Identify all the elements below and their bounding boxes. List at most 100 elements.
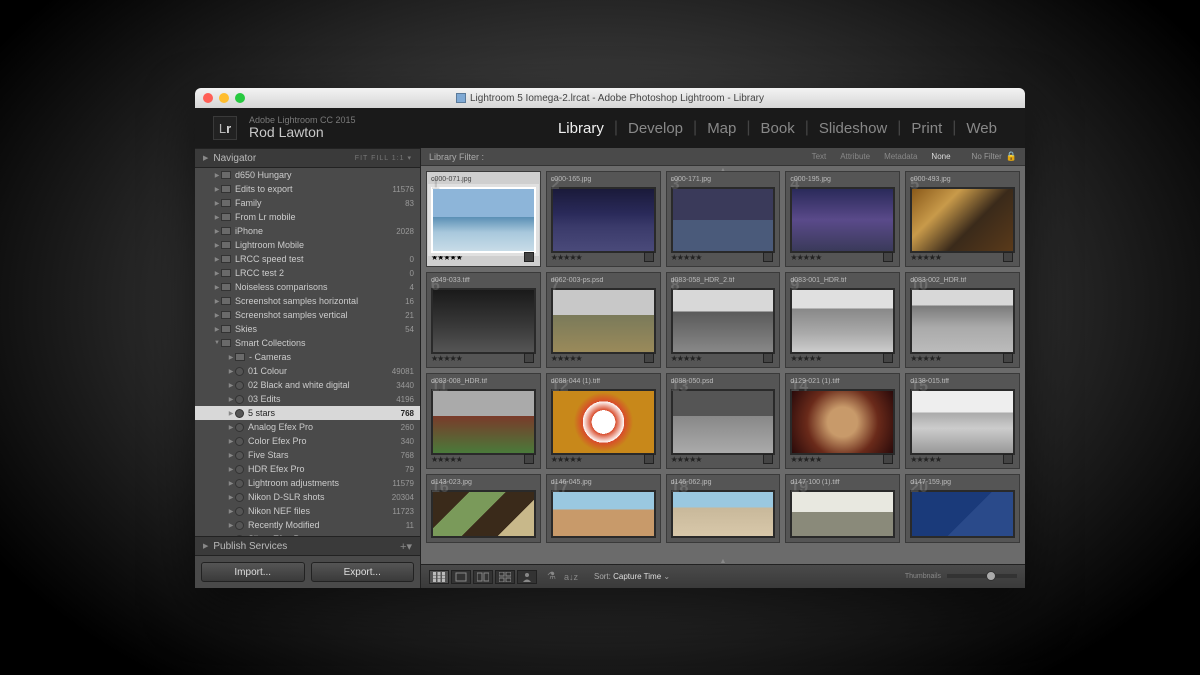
collapse-bottom-icon[interactable]: ▲ bbox=[720, 558, 727, 565]
rating-stars[interactable]: ★★★★★ bbox=[551, 354, 582, 363]
navigator-zoom-opts[interactable]: FIT FILL 1:1 ▾ bbox=[355, 154, 412, 162]
thumbnail-image[interactable] bbox=[790, 389, 895, 455]
rating-stars[interactable]: ★★★★★ bbox=[790, 354, 821, 363]
thumbnail-cell[interactable]: 16d143-023.jpg bbox=[426, 474, 541, 543]
thumbnail-cell[interactable]: 14d129-021 (1).tiff★★★★★ bbox=[785, 373, 900, 469]
thumbnail-image[interactable] bbox=[790, 490, 895, 538]
disclosure-icon[interactable]: ▶ bbox=[213, 186, 221, 193]
disclosure-icon[interactable]: ▶ bbox=[227, 382, 235, 389]
collection-item[interactable]: ▶Nikon NEF files11723 bbox=[195, 504, 420, 518]
collection-item[interactable]: ▶Lightroom Mobile bbox=[195, 238, 420, 252]
disclosure-icon[interactable]: ▶ bbox=[227, 452, 235, 459]
thumbnail-size-slider[interactable] bbox=[947, 574, 1017, 578]
filter-tab-metadata[interactable]: Metadata bbox=[877, 149, 924, 164]
import-button[interactable]: Import... bbox=[201, 562, 305, 582]
filter-tab-none[interactable]: None bbox=[924, 149, 957, 164]
sort-direction-icon[interactable]: a↓z bbox=[564, 572, 578, 582]
module-print[interactable]: Print bbox=[901, 120, 952, 137]
thumbnail-cell[interactable]: 2c000-165.jpg★★★★★ bbox=[546, 171, 661, 267]
people-view-button[interactable] bbox=[517, 570, 537, 584]
collection-item[interactable]: ▶iPhone2028 bbox=[195, 224, 420, 238]
disclosure-icon[interactable]: ▶ bbox=[213, 298, 221, 305]
disclosure-icon[interactable]: ▶ bbox=[213, 312, 221, 319]
disclosure-icon[interactable]: ▼ bbox=[213, 340, 221, 346]
thumbnail-image[interactable] bbox=[431, 288, 536, 354]
lock-icon[interactable]: 🔒 bbox=[1006, 151, 1017, 162]
rating-stars[interactable]: ★★★★★ bbox=[910, 455, 941, 464]
collection-item[interactable]: ▶01 Colour49081 bbox=[195, 364, 420, 378]
module-book[interactable]: Book bbox=[751, 120, 805, 137]
thumbnail-cell[interactable]: 7d062-003-ps.psd★★★★★ bbox=[546, 272, 661, 368]
collection-item[interactable]: ▶Family83 bbox=[195, 196, 420, 210]
rating-stars[interactable]: ★★★★★ bbox=[551, 253, 582, 262]
minimize-icon[interactable] bbox=[219, 93, 229, 103]
thumbnail-image[interactable] bbox=[790, 187, 895, 253]
collection-item[interactable]: ▶Edits to export11576 bbox=[195, 182, 420, 196]
collection-item[interactable]: ▶Nikon D-SLR shots20304 bbox=[195, 490, 420, 504]
module-slideshow[interactable]: Slideshow bbox=[809, 120, 897, 137]
navigator-panel-header[interactable]: ▶ Navigator FIT FILL 1:1 ▾ bbox=[195, 148, 420, 168]
collection-item[interactable]: ▼Smart Collections bbox=[195, 336, 420, 350]
thumbnail-image[interactable] bbox=[431, 187, 536, 253]
collection-item[interactable]: ▶Lightroom adjustments11579 bbox=[195, 476, 420, 490]
disclosure-icon[interactable]: ▶ bbox=[227, 522, 235, 529]
rating-stars[interactable]: ★★★★★ bbox=[671, 354, 702, 363]
collection-item[interactable]: ▶Analog Efex Pro260 bbox=[195, 420, 420, 434]
thumbnail-cell[interactable]: 13d088-050.psd★★★★★ bbox=[666, 373, 781, 469]
rating-stars[interactable]: ★★★★★ bbox=[910, 354, 941, 363]
titlebar[interactable]: Lightroom 5 Iomega-2.lrcat - Adobe Photo… bbox=[195, 88, 1025, 108]
disclosure-icon[interactable]: ▶ bbox=[227, 396, 235, 403]
disclosure-icon[interactable]: ▶ bbox=[227, 424, 235, 431]
publish-panel-header[interactable]: ▶ Publish Services +▾ bbox=[195, 536, 420, 556]
thumbnail-image[interactable] bbox=[431, 490, 536, 538]
add-icon[interactable]: +▾ bbox=[400, 540, 412, 553]
survey-view-button[interactable] bbox=[495, 570, 515, 584]
rating-stars[interactable]: ★★★★★ bbox=[431, 354, 462, 363]
identity-plate[interactable]: Adobe Lightroom CC 2015 Rod Lawton bbox=[249, 115, 356, 140]
disclosure-icon[interactable]: ▶ bbox=[213, 200, 221, 207]
disclosure-icon[interactable]: ▶ bbox=[213, 214, 221, 221]
rating-stars[interactable]: ★★★★★ bbox=[910, 253, 941, 262]
compare-view-button[interactable] bbox=[473, 570, 493, 584]
disclosure-icon[interactable]: ▶ bbox=[213, 228, 221, 235]
thumbnail-image[interactable] bbox=[671, 187, 776, 253]
thumbnail-cell[interactable]: 12d088-044 (1).tiff★★★★★ bbox=[546, 373, 661, 469]
rating-stars[interactable]: ★★★★★ bbox=[790, 253, 821, 262]
collection-item[interactable]: ▶- Cameras bbox=[195, 350, 420, 364]
thumbnail-cell[interactable]: 15d138-015.tiff★★★★★ bbox=[905, 373, 1020, 469]
zoom-icon[interactable] bbox=[235, 93, 245, 103]
thumbnail-cell[interactable]: 17d146-045.jpg bbox=[546, 474, 661, 543]
thumbnail-cell[interactable]: 20d147-159.jpg bbox=[905, 474, 1020, 543]
collection-item[interactable]: ▶d650 Hungary bbox=[195, 168, 420, 182]
disclosure-icon[interactable]: ▶ bbox=[227, 368, 235, 375]
disclosure-icon[interactable]: ▶ bbox=[213, 284, 221, 291]
no-filter-label[interactable]: No Filter bbox=[972, 152, 1002, 161]
disclosure-icon[interactable]: ▶ bbox=[203, 542, 208, 550]
collection-item[interactable]: ▶Skies54 bbox=[195, 322, 420, 336]
collection-item[interactable]: ▶From Lr mobile bbox=[195, 210, 420, 224]
thumbnail-cell[interactable]: 9d083-001_HDR.tif★★★★★ bbox=[785, 272, 900, 368]
thumbnail-image[interactable] bbox=[551, 490, 656, 538]
painter-icon[interactable]: ⚗ bbox=[547, 571, 556, 582]
thumbnail-image[interactable] bbox=[551, 187, 656, 253]
thumbnail-image[interactable] bbox=[551, 288, 656, 354]
thumbnail-cell[interactable]: 18d146-062.jpg bbox=[666, 474, 781, 543]
rating-stars[interactable]: ★★★★★ bbox=[671, 455, 702, 464]
thumbnail-cell[interactable]: 10d083-002_HDR.tif★★★★★ bbox=[905, 272, 1020, 368]
thumbnail-image[interactable] bbox=[551, 389, 656, 455]
sort-control[interactable]: Sort: Capture Time ⌄ bbox=[594, 572, 670, 581]
disclosure-icon[interactable]: ▶ bbox=[227, 354, 235, 361]
thumbnail-image[interactable] bbox=[671, 490, 776, 538]
module-develop[interactable]: Develop bbox=[618, 120, 693, 137]
disclosure-icon[interactable]: ▶ bbox=[213, 326, 221, 333]
thumbnail-cell[interactable]: 19d147-100 (1).tiff bbox=[785, 474, 900, 543]
disclosure-icon[interactable]: ▶ bbox=[227, 410, 235, 417]
module-web[interactable]: Web bbox=[956, 120, 1007, 137]
disclosure-icon[interactable]: ▶ bbox=[213, 242, 221, 249]
collection-item[interactable]: ▶Recently Modified11 bbox=[195, 518, 420, 532]
thumbnail-cell[interactable]: 3c000-171.jpg★★★★★ bbox=[666, 171, 781, 267]
collection-item[interactable]: ▶Screenshot samples vertical21 bbox=[195, 308, 420, 322]
grid-view[interactable]: ▲ 1c000-071.jpg★★★★★2c000-165.jpg★★★★★3c… bbox=[421, 166, 1025, 564]
grid-view-button[interactable] bbox=[429, 570, 449, 584]
thumbnail-cell[interactable]: 4c000-195.jpg★★★★★ bbox=[785, 171, 900, 267]
